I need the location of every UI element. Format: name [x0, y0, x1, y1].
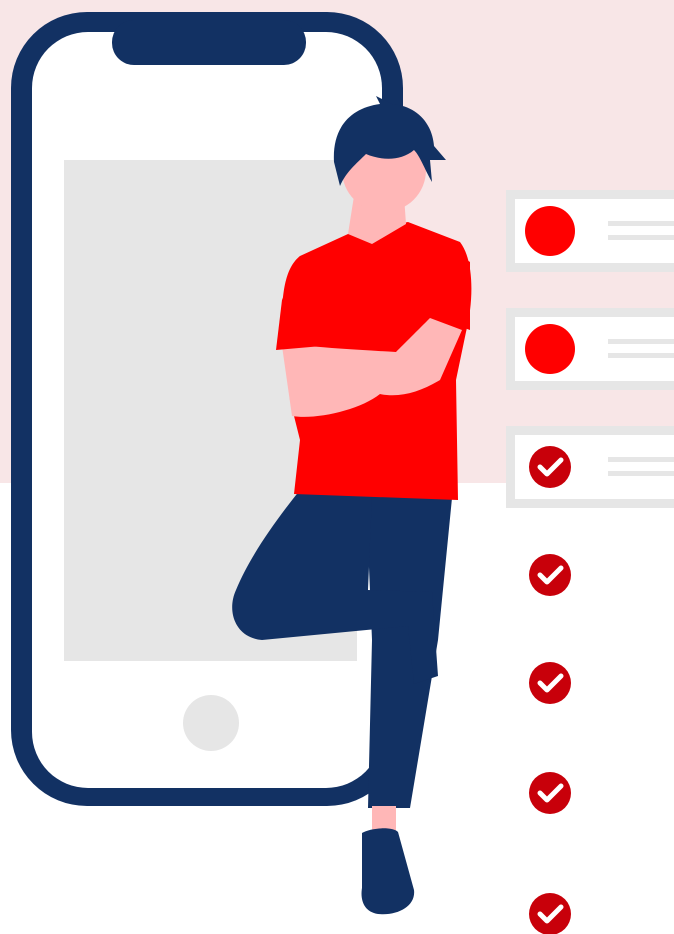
check-circle-icon — [529, 893, 571, 934]
check-circle-icon — [529, 772, 571, 814]
red-dot-icon — [525, 324, 575, 374]
home-button-icon — [183, 695, 239, 751]
todo-card — [506, 426, 674, 508]
todo-card — [506, 190, 674, 272]
check-circle-icon — [529, 554, 571, 596]
todo-card — [506, 308, 674, 390]
todo-card-line — [608, 353, 674, 358]
todo-card-line — [608, 221, 674, 226]
todo-card-line — [608, 457, 674, 462]
todo-list — [506, 190, 674, 934]
todo-card-line — [608, 235, 674, 240]
check-circle-icon — [529, 446, 571, 488]
todo-card-line — [608, 339, 674, 344]
person-shoe — [361, 828, 415, 915]
person-back-leg — [366, 495, 452, 808]
illustration — [11, 12, 674, 934]
red-dot-icon — [525, 206, 575, 256]
todo-card-line — [608, 471, 674, 476]
check-circle-icon — [529, 662, 571, 704]
phone-notch — [112, 20, 306, 65]
